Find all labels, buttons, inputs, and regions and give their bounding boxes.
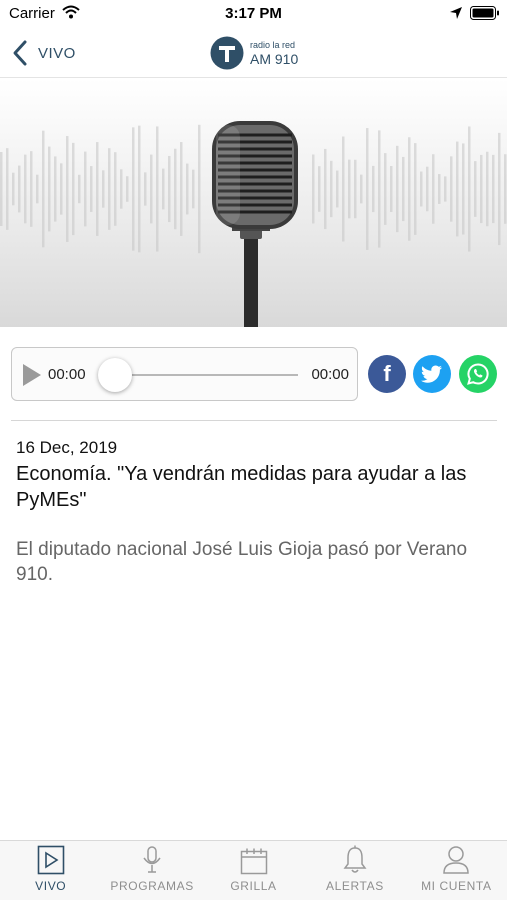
tab-alertas[interactable]: ALERTAS [304, 841, 405, 900]
microphone-icon [141, 841, 163, 877]
facebook-icon: f [383, 361, 391, 386]
location-arrow-icon [449, 6, 463, 25]
tab-label: GRILLA [230, 879, 277, 893]
back-label: VIVO [38, 44, 76, 62]
radio-logo-icon [210, 36, 244, 70]
tab-label: VIVO [35, 879, 67, 893]
nav-bar: VIVO radio la red AM 910 [0, 28, 507, 78]
progress-track[interactable] [120, 374, 298, 376]
tab-vivo[interactable]: VIVO [0, 841, 101, 900]
microphone-icon [212, 121, 298, 327]
tab-label: PROGRAMAS [110, 879, 194, 893]
twitter-share-button[interactable] [413, 355, 451, 393]
tab-label: ALERTAS [326, 879, 384, 893]
facebook-share-button[interactable]: f [368, 355, 406, 393]
whatsapp-share-button[interactable] [459, 355, 497, 393]
logo-small-text: radio la red [250, 39, 296, 50]
station-logo: radio la red AM 910 [210, 36, 298, 70]
audio-player: 00:00 00:00 [11, 347, 358, 401]
microphone-illustration [0, 121, 507, 327]
progress-slider-thumb[interactable] [98, 358, 132, 392]
total-time: 00:00 [311, 366, 349, 383]
twitter-icon [421, 365, 442, 383]
tab-grilla[interactable]: GRILLA [203, 841, 304, 900]
tab-mi-cuenta[interactable]: MI CUENTA [406, 841, 507, 900]
back-button[interactable]: VIVO [12, 36, 76, 70]
status-time: 3:17 PM [225, 5, 282, 22]
current-time: 00:00 [48, 366, 86, 383]
whatsapp-icon [467, 363, 489, 385]
play-icon[interactable] [22, 363, 42, 387]
hero-image [0, 79, 507, 327]
status-bar: Carrier 3:17 PM [0, 0, 507, 28]
battery-icon [470, 6, 500, 25]
tab-label: MI CUENTA [421, 879, 492, 893]
divider [11, 420, 497, 421]
tab-programas[interactable]: PROGRAMAS [101, 841, 202, 900]
play-square-icon [37, 841, 65, 877]
calendar-icon [240, 841, 268, 877]
chevron-left-icon [12, 36, 34, 70]
user-icon [442, 841, 470, 877]
article-date: 16 Dec, 2019 [16, 438, 118, 457]
article-headline: Economía. "Ya vendrán medidas para ayuda… [16, 463, 467, 511]
logo-big-text: AM 910 [250, 50, 299, 67]
article-summary: El diputado nacional José Luis Gioja pas… [16, 539, 468, 585]
bell-icon [343, 841, 367, 877]
tab-bar: VIVO PROGRAMAS GRILLA ALERTAS MI CUENTA [0, 840, 507, 900]
